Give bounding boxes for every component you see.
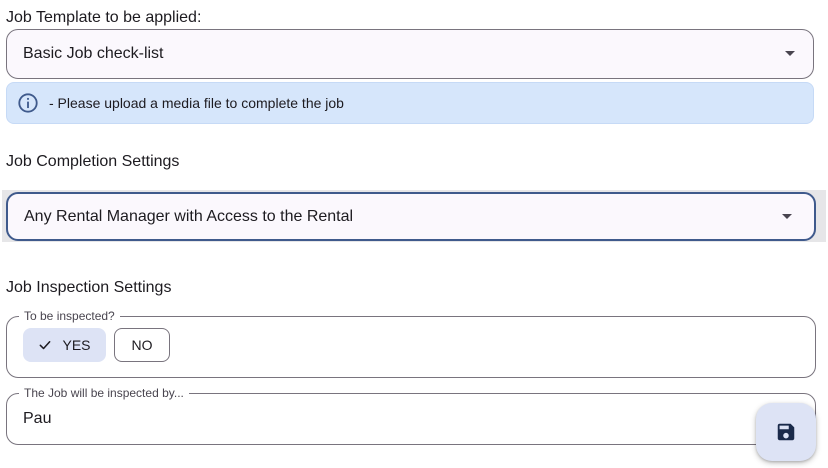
job-completion-label: Job Completion Settings — [6, 153, 180, 170]
no-button-label: NO — [131, 337, 153, 353]
job-inspection-label: Job Inspection Settings — [6, 279, 172, 296]
inspected-by-value: Pau — [23, 410, 52, 427]
inspected-by-field[interactable]: The Job will be inspected by... Pau — [6, 387, 816, 445]
job-template-select[interactable]: Basic Job check-list — [6, 29, 814, 79]
inspected-by-legend: The Job will be inspected by... — [24, 386, 184, 400]
to-be-inspected-group: To be inspected? YES NO — [6, 310, 816, 378]
dropdown-caret-icon — [782, 213, 792, 219]
to-be-inspected-legend: To be inspected? — [24, 309, 115, 323]
info-banner: - Please upload a media file to complete… — [6, 82, 814, 124]
job-template-label: Job Template to be applied: — [6, 9, 202, 26]
job-completion-selected-value: Any Rental Manager with Access to the Re… — [24, 207, 354, 225]
save-icon — [775, 421, 797, 443]
dropdown-caret-icon — [785, 51, 795, 56]
job-template-selected-value: Basic Job check-list — [23, 45, 164, 62]
inspection-toggle: YES NO — [23, 328, 170, 362]
yes-button-label: YES — [62, 337, 91, 353]
check-icon — [38, 338, 52, 352]
job-completion-select[interactable]: Any Rental Manager with Access to the Re… — [6, 192, 816, 241]
info-icon — [17, 92, 39, 114]
info-message: - Please upload a media file to complete… — [49, 95, 344, 111]
yes-button[interactable]: YES — [23, 328, 106, 362]
save-button[interactable] — [756, 403, 816, 461]
no-button[interactable]: NO — [114, 328, 170, 362]
